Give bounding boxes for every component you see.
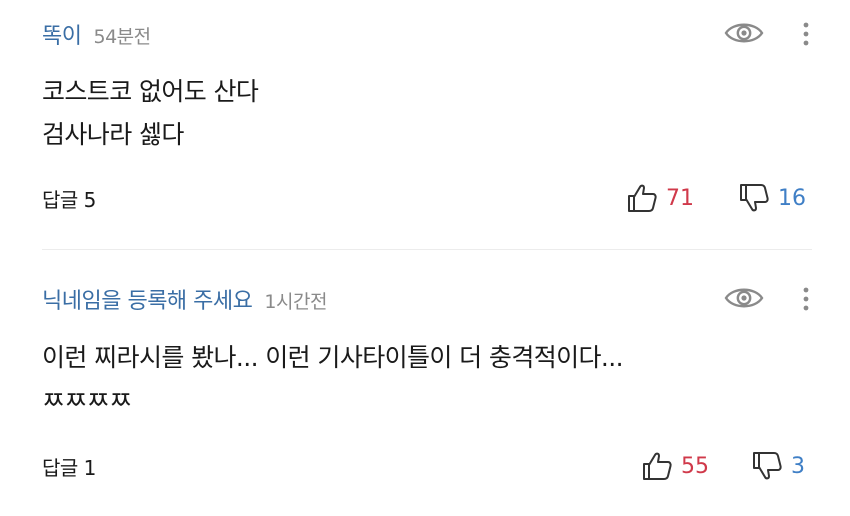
comment-line: 검사나라 셇다 [42, 120, 184, 149]
more-options-button[interactable] [794, 283, 818, 315]
comment-time: 54분전 [93, 26, 151, 48]
dislike-button[interactable]: 3 [751, 448, 805, 484]
more-vertical-icon [803, 287, 809, 311]
eye-icon [724, 23, 764, 43]
dislike-count: 3 [791, 453, 805, 479]
dislike-count: 16 [778, 185, 806, 211]
replies-button[interactable]: 답글 1 [42, 452, 96, 481]
like-button[interactable]: 55 [641, 448, 709, 484]
thumbs-down-icon [753, 452, 782, 480]
comment-header: 닉네임을 등록해 주세요 1시간전 [42, 283, 327, 317]
eye-icon [724, 288, 764, 308]
comment-line: ㅉㅉㅉㅉ [42, 386, 132, 415]
comment-nickname[interactable]: 똑이 [42, 18, 82, 50]
comment-text: 이런 찌라시를 봤나... 이런 기사타이틀이 더 충격적이다... ㅉㅉㅉㅉ [42, 336, 802, 422]
thumbs-down-icon [740, 184, 769, 212]
comment-item: 닉네임을 등록해 주세요 1시간전 이런 찌라시를 봤나... 이런 기사타이틀… [0, 250, 850, 516]
comment-nickname[interactable]: 닉네임을 등록해 주세요 [42, 283, 253, 315]
like-button[interactable]: 71 [626, 180, 694, 216]
hide-comment-button[interactable] [722, 283, 766, 313]
replies-button[interactable]: 답글 5 [42, 184, 96, 213]
comment-header: 똑이 54분전 [42, 18, 151, 52]
dislike-button[interactable]: 16 [738, 180, 806, 216]
like-count: 71 [666, 185, 694, 211]
comment-time: 1시간전 [264, 291, 327, 313]
more-options-button[interactable] [794, 18, 818, 50]
comment-line: 코스트코 없어도 산다 [42, 77, 259, 106]
hide-comment-button[interactable] [722, 18, 766, 48]
comment-line: 이런 찌라시를 봤나... 이런 기사타이틀이 더 충격적이다... [42, 343, 624, 372]
thumbs-up-icon [643, 452, 672, 480]
comment-item: 똑이 54분전 코스트코 없어도 산다 검사나라 셇다 답글 5 71 16 [0, 0, 850, 248]
like-count: 55 [681, 453, 709, 479]
more-vertical-icon [803, 22, 809, 46]
thumbs-up-icon [628, 184, 657, 212]
comment-text: 코스트코 없어도 산다 검사나라 셇다 [42, 70, 802, 156]
